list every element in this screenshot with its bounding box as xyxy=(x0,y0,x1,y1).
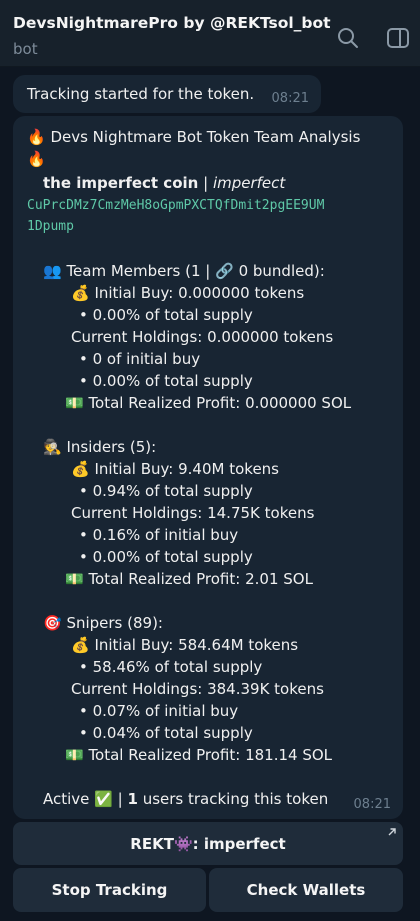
message-time: 08:21 xyxy=(271,91,309,106)
status-separator: | xyxy=(117,790,123,808)
check-wallets-button[interactable]: Check Wallets xyxy=(209,868,403,912)
insiders-holding-supply-pct: • 0.00% of total supply xyxy=(79,548,253,566)
team-holding-supply-pct: • 0.00% of total supply xyxy=(79,372,253,390)
report-time: 08:21 xyxy=(353,797,391,812)
report-title: 🔥 Devs Nightmare Bot Token Team Analysis xyxy=(27,128,361,146)
token-address-line2[interactable]: 1Dpump xyxy=(27,217,74,237)
insiders-initial-buy: 💰 Initial Buy: 9.40M tokens xyxy=(71,460,279,478)
snipers-realized-profit: 💵 Total Realized Profit: 181.14 SOL xyxy=(65,746,333,764)
rekt-link-button[interactable]: REKT👾: imperfect xyxy=(13,822,403,865)
chat-header: DevsNightmarePro by @REKTsol_bot bot xyxy=(0,0,420,67)
status-user-count: 1 xyxy=(127,790,138,808)
snipers-initial-pct: • 0.07% of initial buy xyxy=(79,702,239,720)
message-text: Tracking started for the token. xyxy=(27,85,255,103)
token-symbol: imperfect xyxy=(212,174,286,192)
insiders-supply-pct: • 0.94% of total supply xyxy=(79,482,253,500)
token-line: the imperfect coin | imperfect xyxy=(43,173,285,193)
snipers-current-holdings: Current Holdings: 384.39K tokens xyxy=(71,680,324,698)
insiders-heading: 🕵 Insiders (5): xyxy=(43,438,157,456)
status-text: users tracking this token xyxy=(142,790,329,808)
search-icon[interactable] xyxy=(336,26,360,50)
team-current-holdings: Current Holdings: 0.000000 tokens xyxy=(71,328,334,346)
tracking-status: Active ✅ | 1 users tracking this token xyxy=(43,789,328,809)
snipers-initial-buy: 💰 Initial Buy: 584.64M tokens xyxy=(71,636,299,654)
snipers-supply-pct: • 58.46% of total supply xyxy=(79,658,263,676)
sidebar-toggle-icon[interactable] xyxy=(386,26,410,50)
status-active: Active ✅ xyxy=(43,790,113,808)
team-supply-pct: • 0.00% of total supply xyxy=(79,306,253,324)
team-initial-buy: 💰 Initial Buy: 0.000000 tokens xyxy=(71,284,305,302)
team-members-heading: 👥 Team Members (1 | 🔗 0 bundled): xyxy=(43,262,325,280)
token-address-line1[interactable]: CuPrcDMz7CmzMeH8oGpmPXCTQfDmit2pgEE9UM xyxy=(27,196,324,216)
stop-tracking-button[interactable]: Stop Tracking xyxy=(13,868,206,912)
rekt-button-label: REKT👾: imperfect xyxy=(130,834,286,853)
link-arrow-icon xyxy=(388,828,396,836)
snipers-heading: 🎯 Snipers (89): xyxy=(43,614,163,632)
message-bubble: Tracking started for the token. 08:21 xyxy=(13,75,321,113)
snipers-holding-supply-pct: • 0.04% of total supply xyxy=(79,724,253,742)
token-name: the imperfect coin xyxy=(43,174,199,192)
insiders-initial-pct: • 0.16% of initial buy xyxy=(79,526,239,544)
team-initial-pct: • 0 of initial buy xyxy=(79,350,201,368)
team-realized-profit: 💵 Total Realized Profit: 0.000000 SOL xyxy=(65,394,352,412)
chat-subtitle: bot xyxy=(13,40,38,58)
chat-title[interactable]: DevsNightmarePro by @REKTsol_bot xyxy=(13,14,331,32)
insiders-realized-profit: 💵 Total Realized Profit: 2.01 SOL xyxy=(65,570,313,588)
token-separator: | xyxy=(203,174,209,192)
report-bubble: 🔥 Devs Nightmare Bot Token Team Analysis… xyxy=(13,116,403,819)
report-title-icon: 🔥 xyxy=(27,150,46,168)
insiders-current-holdings: Current Holdings: 14.75K tokens xyxy=(71,504,315,522)
